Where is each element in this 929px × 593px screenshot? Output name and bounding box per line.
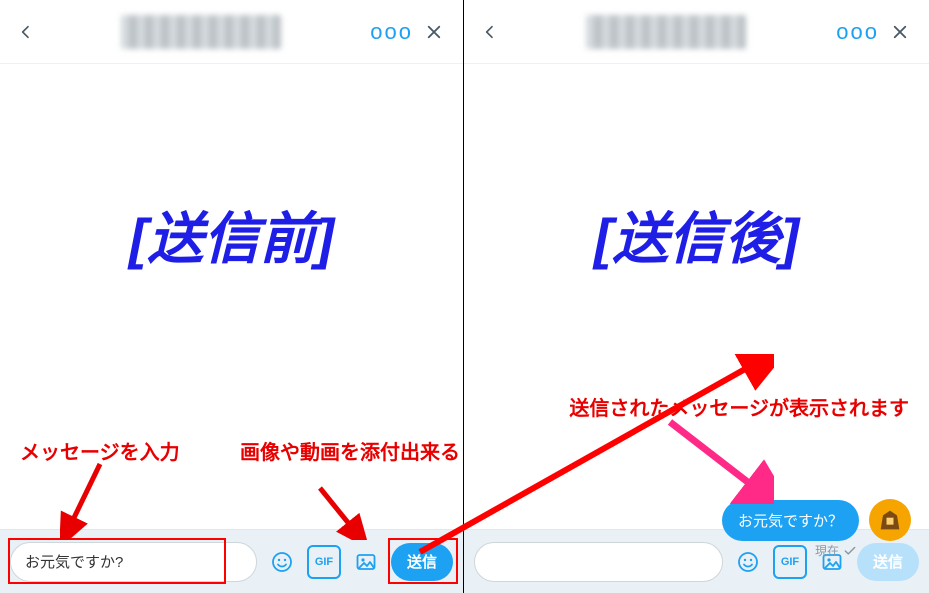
close-button[interactable] <box>885 23 915 41</box>
delivered-check-icon <box>843 544 857 558</box>
message-input[interactable] <box>474 542 723 582</box>
header: ooo <box>0 0 463 64</box>
chevron-left-icon <box>18 24 34 40</box>
send-button-disabled: 送信 <box>857 543 919 581</box>
gif-button[interactable]: GIF <box>773 545 807 579</box>
chat-body: [送信後] お元気ですか？ 現在 送信されたメッセージが表示されます <box>464 64 929 529</box>
header: ooo <box>464 0 929 64</box>
sent-message-bubble[interactable]: お元気ですか？ <box>722 500 859 541</box>
emoji-button[interactable] <box>265 545 299 579</box>
avatar[interactable] <box>869 499 911 541</box>
back-button[interactable] <box>14 20 38 44</box>
state-heading-before: [送信前] <box>0 194 463 275</box>
before-send-panel: ooo [送信前] GIF 送信 メッセージを入力 画像や動画を添付出来る <box>0 0 464 593</box>
chat-title-obscured <box>121 15 281 49</box>
gif-button[interactable]: GIF <box>307 545 341 579</box>
chevron-left-icon <box>482 24 498 40</box>
back-button[interactable] <box>478 20 502 44</box>
picture-icon <box>354 550 378 574</box>
message-input[interactable] <box>10 542 257 582</box>
after-send-panel: ooo [送信後] お元気ですか？ 現在 送信されたメッセージが表示されます <box>464 0 929 593</box>
smile-icon <box>736 550 760 574</box>
annotation-arrow-sent <box>664 416 774 504</box>
chat-title-obscured <box>586 15 746 49</box>
close-button[interactable] <box>419 23 449 41</box>
send-button[interactable]: 送信 <box>391 543 453 581</box>
message-timestamp: 現在 <box>815 542 839 559</box>
message-input-bar: GIF 送信 <box>0 529 463 593</box>
annotation-sent-hint: 送信されたメッセージが表示されます <box>569 392 909 421</box>
close-icon <box>425 23 443 41</box>
emoji-button[interactable] <box>731 545 765 579</box>
avatar-icon <box>876 506 904 534</box>
more-options-button[interactable]: ooo <box>364 19 419 45</box>
state-heading-after: [送信後] <box>464 194 929 275</box>
chat-body: [送信前] <box>0 64 463 529</box>
attach-image-button[interactable] <box>349 545 383 579</box>
close-icon <box>891 23 909 41</box>
more-options-button[interactable]: ooo <box>830 19 885 45</box>
sent-message-row: お元気ですか？ <box>722 499 911 541</box>
sent-message-meta: 現在 <box>815 542 857 559</box>
smile-icon <box>270 550 294 574</box>
